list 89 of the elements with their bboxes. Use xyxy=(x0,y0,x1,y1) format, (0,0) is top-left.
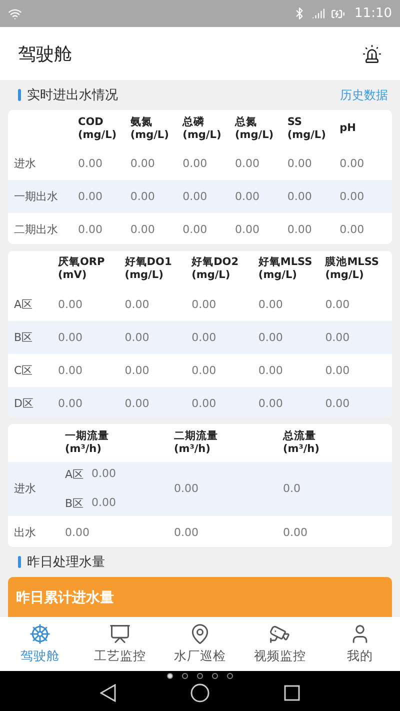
section-marker xyxy=(18,556,21,568)
table-value: 0.00 xyxy=(234,190,260,204)
table-value: 0.00 xyxy=(58,298,84,311)
table-value: 0.00 xyxy=(325,330,351,344)
table-value: 0.00 xyxy=(182,157,208,170)
column-header: 好氧MLSS (mg/L) xyxy=(258,256,314,282)
table-value: 0.00 xyxy=(340,157,366,170)
row-label: 一期出水 xyxy=(14,189,59,204)
table-value: 0.00 xyxy=(174,526,200,539)
column-header: 厌氧ORP (mV) xyxy=(58,256,106,282)
row-label: 进水 xyxy=(14,481,37,496)
column-header: COD (mg/L) xyxy=(78,116,118,142)
column-header: 总磷 (mg/L) xyxy=(182,116,222,142)
home-icon[interactable] xyxy=(190,683,210,703)
section-marker xyxy=(18,89,21,102)
column-header: 氨氮 (mg/L) xyxy=(130,116,170,142)
recents-icon[interactable] xyxy=(284,685,300,701)
table-value: 0.00 xyxy=(124,330,150,344)
table-value: 0.00 xyxy=(130,223,156,236)
column-header: 好氧DO2 (mg/L) xyxy=(192,256,240,282)
back-icon[interactable] xyxy=(100,684,116,702)
row-label: 进水 xyxy=(14,156,37,172)
table-value: 0.00 xyxy=(78,223,104,236)
row-label: A区 xyxy=(14,296,34,312)
table-value: 0.00 xyxy=(340,190,366,204)
table-value: 0.00 xyxy=(124,298,150,311)
column-header: 总流量 (m³/h) xyxy=(283,430,320,456)
table-value: 0.00 xyxy=(78,157,104,170)
table-value: 0.00 xyxy=(287,223,313,236)
table-value: 0.00 xyxy=(124,364,150,377)
column-header: pH xyxy=(340,122,357,136)
page-title: 驾驶舱 xyxy=(18,42,72,66)
ship-wheel-icon xyxy=(29,623,51,645)
row-label: D区 xyxy=(14,396,34,411)
table-value: 0.00 xyxy=(124,396,150,410)
nav-tab[interactable]: 工艺监控 xyxy=(80,617,160,671)
alarm-light-icon[interactable] xyxy=(362,44,382,64)
row-label: C区 xyxy=(14,362,34,378)
table-value: 0.00 xyxy=(258,298,284,311)
table-value: 0.00 xyxy=(192,396,218,410)
table-value: 0.00 xyxy=(78,190,104,204)
table-value: 0.00 xyxy=(182,190,208,204)
table-value: 0.00 xyxy=(65,526,90,539)
table-value: 0.00 xyxy=(258,364,284,377)
table-value: 0.00 xyxy=(92,466,116,482)
table-value: 0.0 xyxy=(283,482,302,496)
section-title: 昨日处理水量 xyxy=(27,554,105,571)
row-label: 二期出水 xyxy=(14,222,59,238)
table-value: 0.00 xyxy=(340,223,366,236)
summary-title: 昨日累计进水量 xyxy=(16,590,114,606)
table-value: 0.00 xyxy=(192,364,218,377)
table-value: 0.00 xyxy=(287,190,313,204)
column-header: SS (mg/L) xyxy=(287,116,327,142)
section-title: 实时进出水情况 xyxy=(27,87,118,104)
table-value: 0.00 xyxy=(192,330,218,344)
table-value: 0.00 xyxy=(234,223,260,236)
nav-tab[interactable]: 我的 xyxy=(320,617,400,671)
column-header: 膜池MLSS (mg/L) xyxy=(325,256,380,282)
map-pin-icon xyxy=(189,623,211,645)
table-value: 0.00 xyxy=(325,364,351,377)
table-value: 0.00 xyxy=(325,396,351,410)
table-value: 0.00 xyxy=(287,157,313,170)
table-value: 0.00 xyxy=(58,396,84,410)
row-label: B区 xyxy=(14,330,34,345)
table-value: 0.00 xyxy=(258,330,284,344)
column-header: 二期流量 (m³/h) xyxy=(174,430,219,456)
wifi-icon xyxy=(8,6,22,20)
nav-tab[interactable]: 视频监控 xyxy=(240,617,320,671)
column-header: 一期流量 (m³/h) xyxy=(65,430,110,456)
table-value: 0.00 xyxy=(234,157,260,170)
table-value: 0.00 xyxy=(92,496,116,511)
table-value: 0.00 xyxy=(174,482,200,496)
table-value: 0.00 xyxy=(283,526,308,539)
zone-label: B区 xyxy=(65,496,84,511)
row-label: 出水 xyxy=(14,524,37,540)
table-value: 0.00 xyxy=(192,298,218,311)
table-value: 0.00 xyxy=(182,223,208,236)
camera-icon xyxy=(269,623,291,645)
table-value: 0.00 xyxy=(258,396,284,410)
clock-time: 11:10 xyxy=(354,6,392,21)
table-value: 0.00 xyxy=(58,330,84,344)
zone-label: A区 xyxy=(65,466,84,482)
column-header: 总氮 (mg/L) xyxy=(234,116,275,142)
table-value: 0.00 xyxy=(130,157,156,170)
table-value: 0.00 xyxy=(325,298,351,311)
column-header: 好氧DO1 (mg/L) xyxy=(124,256,173,282)
table-value: 0.00 xyxy=(58,364,84,377)
nav-tab[interactable]: 水厂巡检 xyxy=(160,617,240,671)
table-value: 0.00 xyxy=(130,190,156,204)
